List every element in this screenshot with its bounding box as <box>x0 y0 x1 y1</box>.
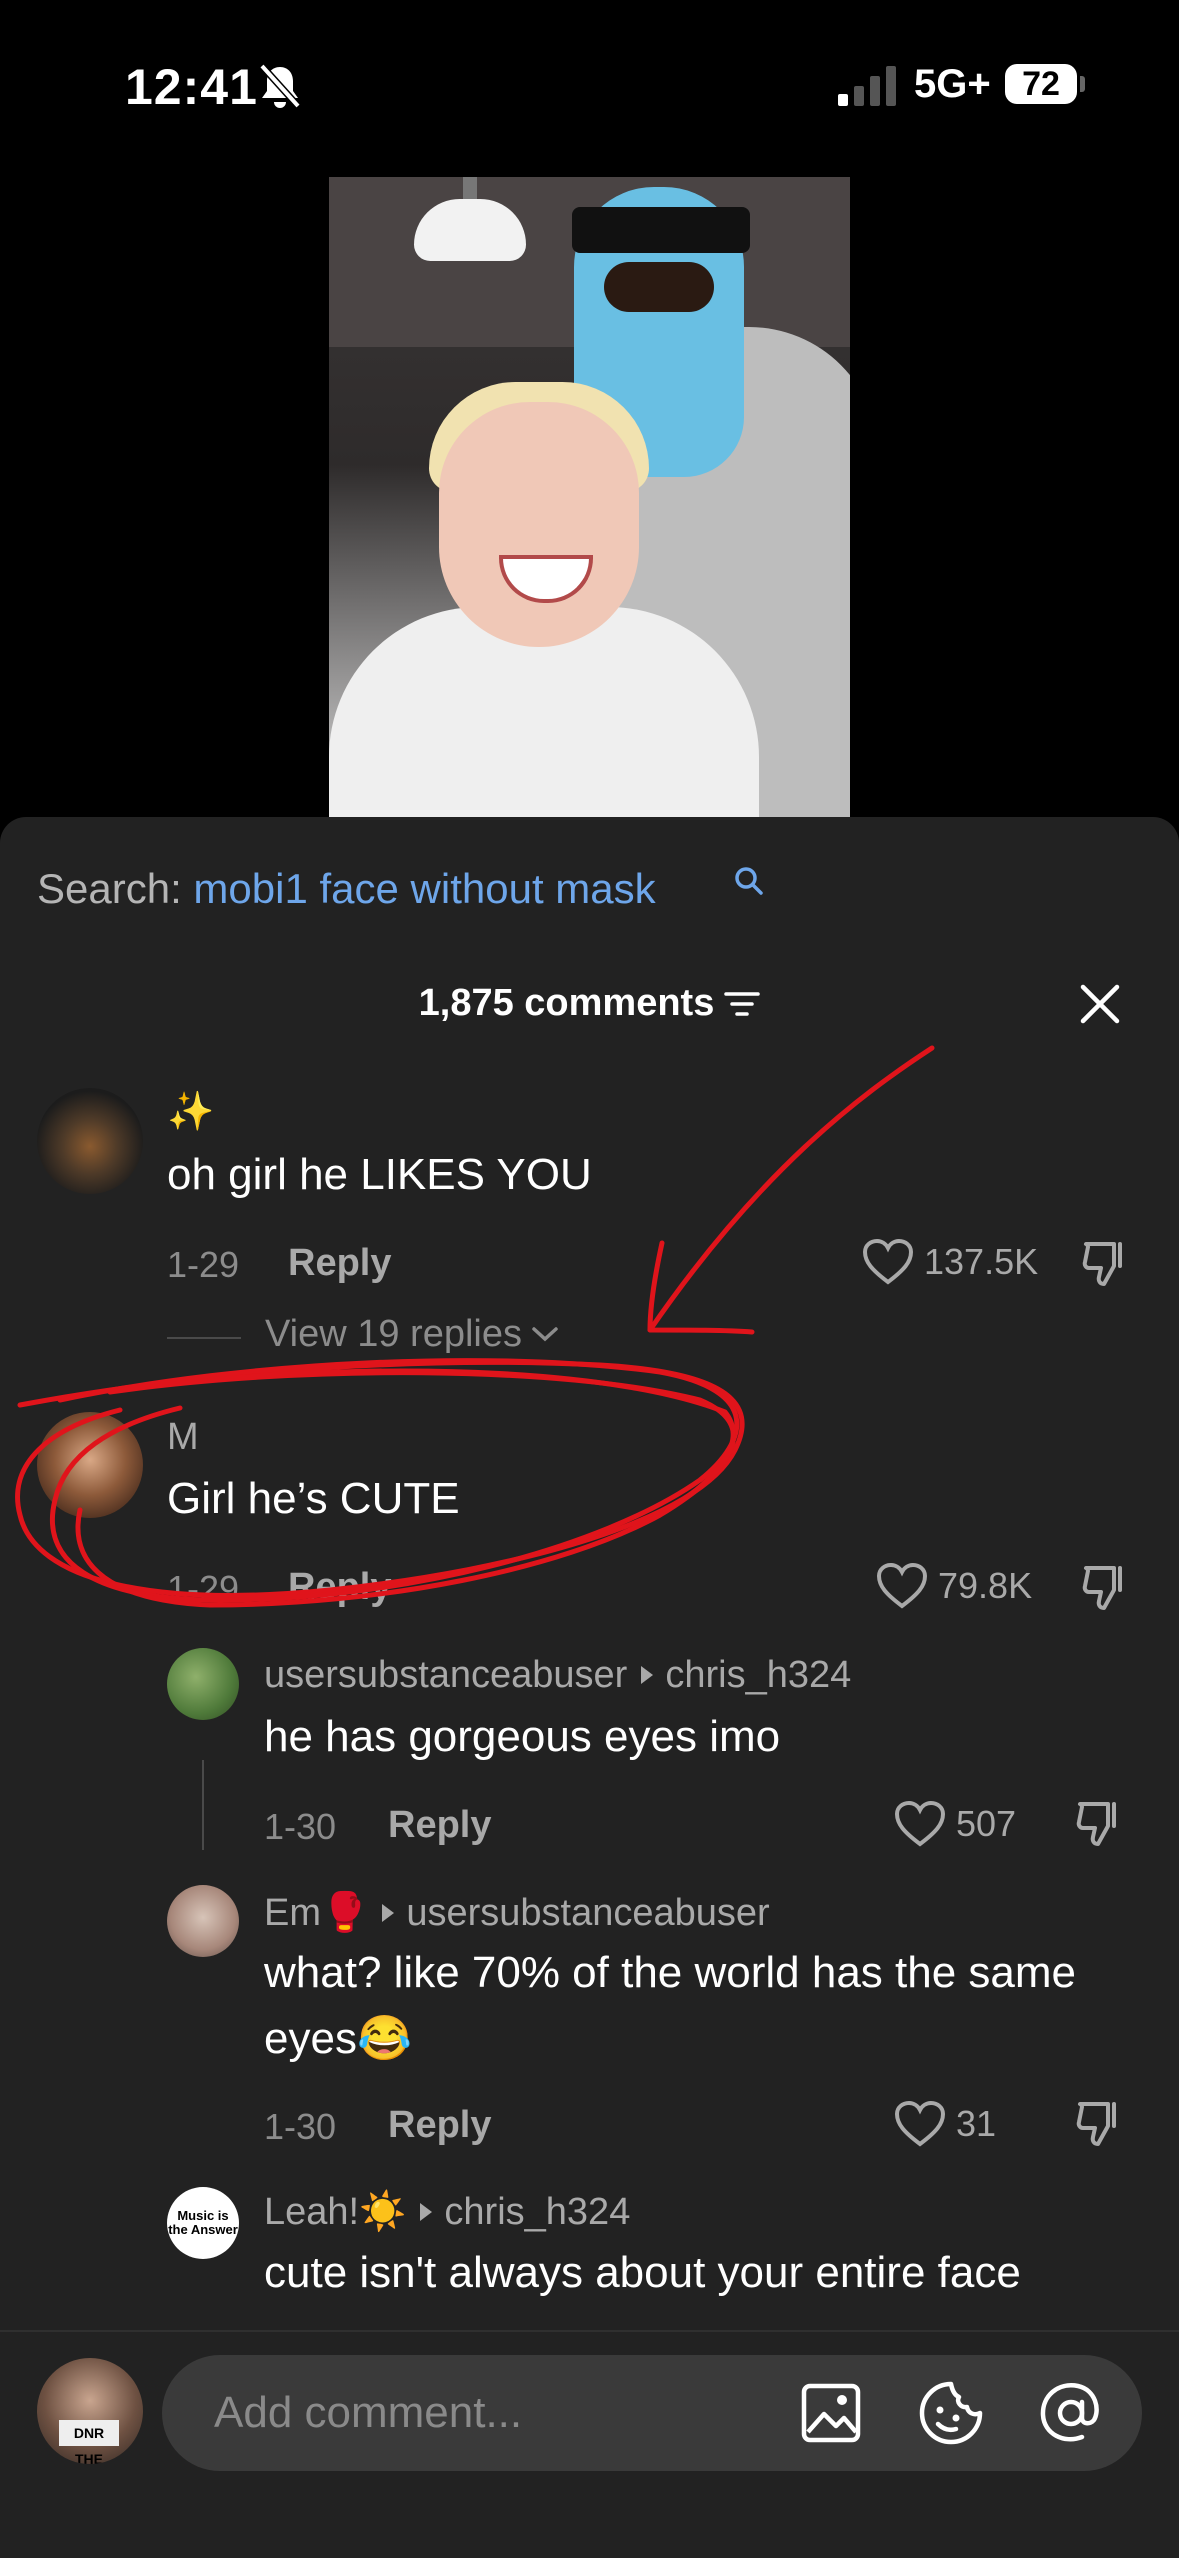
comment-username[interactable]: ✨ <box>167 1090 214 1134</box>
reply-arrow-icon <box>382 1903 395 1922</box>
like-button[interactable]: 507 <box>894 1800 1016 1848</box>
reply-date: 1-30 <box>264 1806 337 1847</box>
video-lamp <box>414 199 526 261</box>
like-count: 507 <box>956 1803 1017 1844</box>
video-eyes <box>604 262 714 312</box>
bell-muted-icon <box>259 63 301 109</box>
reply-username-line: usersubstanceabuser chris_h324 <box>264 1654 851 1697</box>
comment-text: oh girl he LIKES YOU <box>167 1150 592 1199</box>
reply-button[interactable]: Reply <box>388 2104 491 2147</box>
video-face <box>439 402 639 647</box>
avatar[interactable] <box>37 1088 143 1194</box>
view-replies-button[interactable]: View 19 replies <box>265 1315 685 1353</box>
close-icon[interactable] <box>1078 982 1122 1026</box>
reply-button[interactable]: Reply <box>288 1566 391 1609</box>
avatar-label: DNR THE PRETTIEST <box>59 2420 119 2464</box>
like-count: 31 <box>956 2103 997 2144</box>
like-count: 137.5K <box>924 1241 1039 1282</box>
avatar[interactable] <box>167 1648 239 1720</box>
reply-to-username[interactable]: chris_h324 <box>665 1654 851 1696</box>
avatar-text: Music is the Answer <box>168 2208 238 2237</box>
search-suggestion[interactable]: Search: mobi1 face without mask <box>37 865 656 913</box>
network-type: 5G+ <box>914 62 991 106</box>
comment-username[interactable]: M <box>167 1416 199 1459</box>
dislike-icon[interactable] <box>1074 2098 1124 2150</box>
reply-text-line-1: what? like 70% of the world has the same <box>264 1948 1077 1997</box>
status-time: 12:41 <box>125 59 258 115</box>
chevron-down-icon <box>532 1327 558 1342</box>
avatar[interactable]: Music is the Answer <box>167 2187 239 2259</box>
battery-tip <box>1080 76 1085 92</box>
comment-input-placeholder[interactable]: Add comment... <box>214 2388 522 2438</box>
comments-header: 1,875 comments <box>0 982 1179 1025</box>
heart-icon[interactable] <box>894 2100 946 2148</box>
reply-button[interactable]: Reply <box>388 1804 491 1847</box>
replies-divider <box>167 1337 241 1339</box>
view-replies-label: View 19 replies <box>265 1315 523 1353</box>
video-player[interactable] <box>329 177 850 817</box>
heart-icon[interactable] <box>876 1562 928 1610</box>
emoji-icon[interactable] <box>918 2380 984 2446</box>
reply-arrow-icon <box>420 2202 433 2221</box>
reply-date: 1-30 <box>264 2106 337 2147</box>
filter-icon[interactable] <box>724 989 761 1019</box>
thread-line <box>202 1760 204 1850</box>
like-button[interactable]: 79.8K <box>876 1562 1032 1610</box>
dislike-icon[interactable] <box>1074 1798 1124 1850</box>
reply-text: he has gorgeous eyes imo <box>264 1712 781 1761</box>
heart-icon[interactable] <box>862 1238 914 1286</box>
image-icon[interactable] <box>800 2382 862 2444</box>
signal-icon <box>838 66 896 106</box>
dislike-icon[interactable] <box>1080 1562 1130 1614</box>
avatar[interactable] <box>167 1885 239 1957</box>
like-count: 79.8K <box>938 1565 1033 1606</box>
reply-username-line: Em🥊 usersubstanceabuser <box>264 1891 770 1935</box>
search-label: Search: <box>37 865 182 912</box>
status-bar: 12:41 5G+ 72 <box>0 0 1179 160</box>
reply-to-username[interactable]: usersubstanceabuser <box>406 1892 769 1934</box>
like-button[interactable]: 137.5K <box>862 1238 1038 1286</box>
reply-username[interactable]: usersubstanceabuser <box>264 1654 627 1696</box>
search-query[interactable]: mobi1 face without mask <box>193 865 655 912</box>
comment-text: Girl he’s CUTE <box>167 1474 460 1523</box>
reply-username[interactable]: Em🥊 <box>264 1892 368 1934</box>
reply-to-username[interactable]: chris_h324 <box>444 2191 630 2233</box>
reply-text-line-2: eyes😂 <box>264 2014 412 2063</box>
like-button[interactable]: 31 <box>894 2100 996 2148</box>
reply-username[interactable]: Leah!☀️ <box>264 2191 406 2233</box>
reply-text: cute isn't always about your entire face <box>264 2248 1021 2297</box>
video-headband <box>572 207 750 253</box>
mention-icon[interactable] <box>1038 2380 1104 2446</box>
dislike-icon[interactable] <box>1080 1238 1130 1290</box>
reply-button[interactable]: Reply <box>288 1242 391 1285</box>
reply-arrow-icon <box>641 1665 654 1684</box>
video-lamp-stem <box>463 177 477 201</box>
comment-date: 1-29 <box>167 1244 240 1285</box>
search-icon[interactable] <box>734 866 764 896</box>
reply-username-line: Leah!☀️ chris_h324 <box>264 2190 630 2234</box>
my-avatar[interactable]: DNR THE PRETTIEST <box>37 2358 143 2464</box>
avatar[interactable] <box>37 1412 143 1518</box>
comment-date: 1-29 <box>167 1568 240 1609</box>
heart-icon[interactable] <box>894 1800 946 1848</box>
battery-indicator: 72 <box>1005 64 1077 104</box>
comments-count: 1,875 comments <box>418 982 715 1024</box>
